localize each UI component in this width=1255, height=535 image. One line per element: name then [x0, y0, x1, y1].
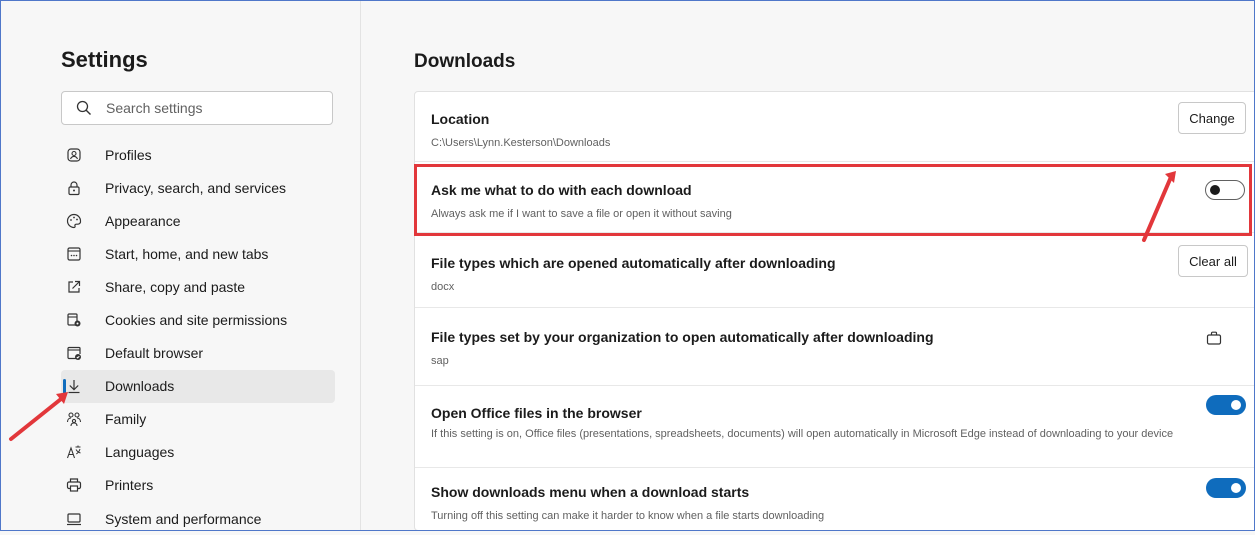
sidebar-item-downloads[interactable]: Downloads [61, 369, 335, 403]
downloads-settings-card: Location C:\Users\Lynn.Kesterson\Downloa… [414, 91, 1255, 531]
sidebar-item-label: Share, copy and paste [105, 278, 246, 295]
sidebar-item-share[interactable]: Share, copy and paste [61, 270, 335, 303]
sidebar-item-label: Default browser [105, 345, 204, 362]
sidebar-item-appearance[interactable]: Appearance [61, 204, 335, 237]
search-input[interactable] [104, 99, 328, 117]
change-button[interactable]: Change [1178, 102, 1246, 134]
sidebar-item-printers[interactable]: Printers [61, 469, 335, 502]
sidebar-item-label: Downloads [105, 378, 175, 395]
appearance-icon [65, 212, 83, 230]
auto-open-value: docx [431, 281, 455, 293]
downloads-menu-title: Show downloads menu when a download star… [431, 484, 750, 500]
downloads-menu-desc: Turning off this setting can make it har… [431, 510, 825, 522]
auto-open-title: File types which are opened automaticall… [431, 255, 836, 271]
sidebar-item-label: Start, home, and new tabs [105, 245, 269, 262]
toggle-knob [1210, 185, 1220, 195]
profile-icon [65, 146, 83, 164]
sidebar-item-cookies[interactable]: Cookies and site permissions [61, 303, 335, 336]
sidebar-item-profiles[interactable]: Profiles [61, 138, 335, 171]
sidebar-item-privacy[interactable]: Privacy, search, and services [61, 171, 335, 204]
location-row: Location C:\Users\Lynn.Kesterson\Downloa… [415, 92, 1255, 162]
cookies-icon [65, 311, 83, 329]
sidebar-item-label: Cookies and site permissions [105, 312, 288, 329]
sidebar-item-languages[interactable]: Languages [61, 436, 335, 469]
toggle-knob [1231, 400, 1241, 410]
settings-sidebar: Settings Profiles Privacy, search, and s… [1, 1, 361, 530]
office-files-title: Open Office files in the browser [431, 405, 642, 421]
ask-download-toggle[interactable] [1205, 180, 1245, 200]
search-icon [76, 100, 92, 116]
briefcase-icon [1206, 330, 1222, 351]
default-browser-icon [65, 344, 83, 362]
search-settings-box[interactable] [61, 91, 333, 125]
share-icon [65, 278, 83, 296]
start-icon [65, 245, 83, 263]
sidebar-item-family[interactable]: Family [61, 403, 335, 436]
ask-download-title: Ask me what to do with each download [431, 182, 692, 198]
office-files-desc: If this setting is on, Office files (pre… [431, 428, 1174, 440]
lock-icon [65, 179, 83, 197]
ask-download-row: Ask me what to do with each download Alw… [415, 162, 1255, 233]
sidebar-item-label: Privacy, search, and services [105, 179, 287, 196]
settings-nav: Profiles Privacy, search, and services A… [61, 138, 335, 535]
sidebar-item-label: Profiles [105, 146, 152, 163]
sidebar-item-label: Family [105, 411, 147, 428]
family-icon [65, 410, 83, 428]
downloads-menu-row: Show downloads menu when a download star… [415, 468, 1255, 530]
download-icon [65, 377, 83, 395]
system-icon [65, 510, 83, 528]
org-open-value: sap [431, 355, 449, 367]
clear-all-button[interactable]: Clear all [1178, 245, 1248, 277]
sidebar-item-label: Appearance [105, 212, 181, 229]
downloads-menu-toggle[interactable] [1206, 478, 1246, 498]
sidebar-item-system[interactable]: System and performance [61, 502, 335, 535]
sidebar-item-label: Printers [105, 477, 154, 494]
location-title: Location [431, 111, 490, 127]
office-files-row: Open Office files in the browser If this… [415, 386, 1255, 468]
org-open-row: File types set by your organization to o… [415, 308, 1255, 386]
auto-open-row: File types which are opened automaticall… [415, 233, 1255, 308]
sidebar-item-label: System and performance [105, 510, 262, 527]
sidebar-item-start-home[interactable]: Start, home, and new tabs [61, 237, 335, 270]
sidebar-item-default-browser[interactable]: Default browser [61, 337, 335, 370]
settings-title: Settings [61, 47, 148, 72]
languages-icon [65, 443, 83, 461]
toggle-knob [1231, 483, 1241, 493]
ask-download-desc: Always ask me if I want to save a file o… [431, 208, 732, 220]
printer-icon [65, 476, 83, 494]
office-files-toggle[interactable] [1206, 395, 1246, 415]
org-open-title: File types set by your organization to o… [431, 329, 934, 345]
location-path: C:\Users\Lynn.Kesterson\Downloads [431, 137, 611, 149]
sidebar-item-label: Languages [105, 444, 175, 461]
page-title: Downloads [414, 51, 516, 72]
